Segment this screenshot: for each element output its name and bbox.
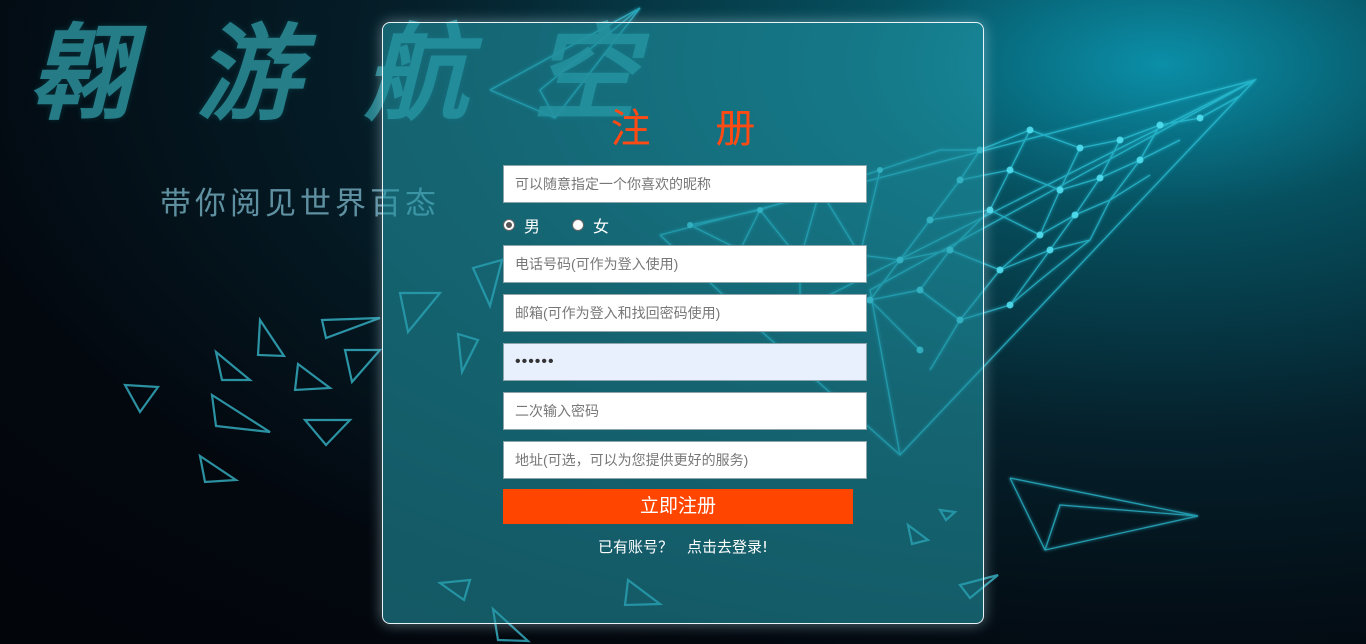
email-input[interactable] (503, 294, 867, 332)
have-account-text: 已有账号？ (597, 538, 673, 556)
gender-selector: 男 女 (503, 214, 609, 236)
gender-label-male[interactable]: 男 (524, 213, 540, 237)
login-prompt: 已有账号？ 点击去登录! (383, 536, 983, 557)
nickname-input[interactable] (503, 165, 867, 203)
gender-radio-female[interactable] (572, 219, 585, 231)
register-title: 注 册 (610, 106, 782, 152)
password-confirm-input[interactable] (503, 392, 867, 430)
gender-radio-male[interactable] (503, 219, 515, 231)
password-input[interactable] (503, 343, 867, 381)
address-input[interactable] (503, 441, 867, 479)
register-button[interactable]: 立即注册 (503, 489, 853, 524)
phone-input[interactable] (503, 245, 867, 283)
gender-label-female[interactable]: 女 (593, 213, 609, 237)
login-link[interactable]: 点击去登录! (687, 538, 768, 556)
register-panel: 注 册 男 女 立即注册 已有账号？ 点击去登录! (382, 22, 984, 624)
